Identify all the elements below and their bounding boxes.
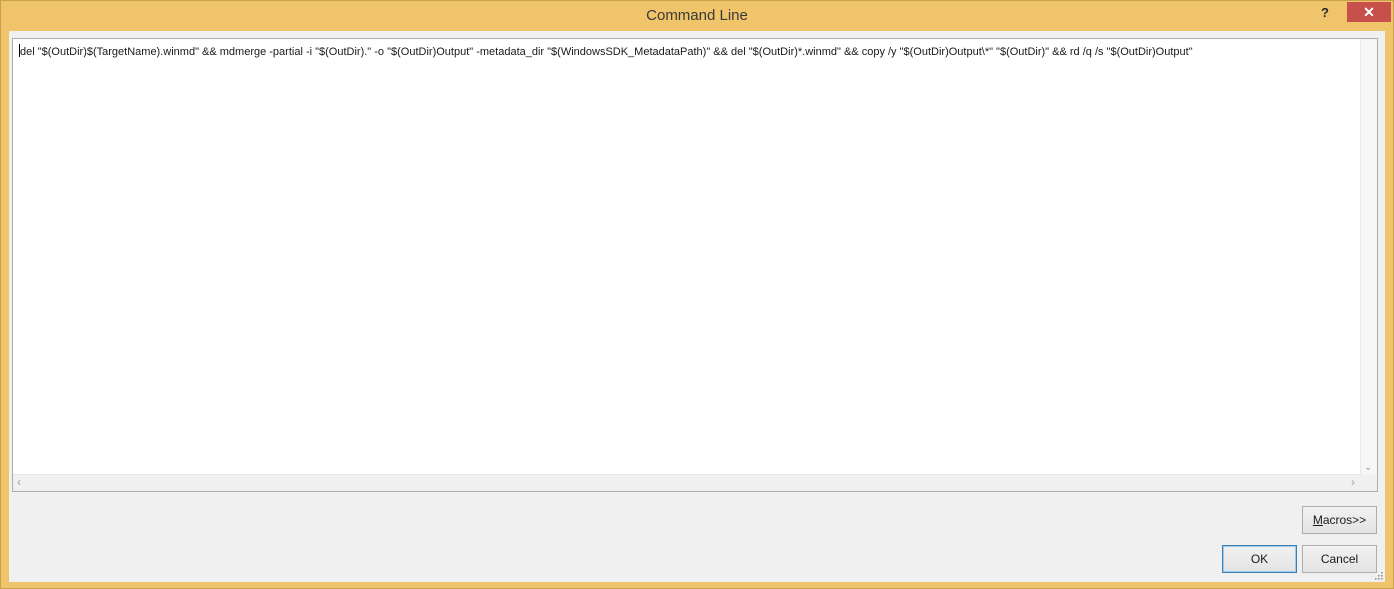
window-title: Command Line <box>646 7 748 24</box>
vertical-scrollbar[interactable]: ⌄ <box>1360 39 1377 475</box>
dialog-client-area: del "$(OutDir)$(TargetName).winmd" && md… <box>9 31 1385 582</box>
macros-button[interactable]: Macros>> <box>1302 506 1377 534</box>
ok-button[interactable]: OK <box>1222 545 1297 573</box>
command-line-dialog: Command Line ? ✕ del "$(OutDir)$(TargetN… <box>0 0 1394 589</box>
command-line-text[interactable]: del "$(OutDir)$(TargetName).winmd" && md… <box>19 44 1193 59</box>
scroll-left-icon[interactable]: ‹ <box>17 475 21 489</box>
help-icon[interactable]: ? <box>1315 4 1335 22</box>
command-line-editor[interactable]: del "$(OutDir)$(TargetName).winmd" && md… <box>12 38 1378 492</box>
scrollbar-corner <box>1361 475 1377 491</box>
close-icon[interactable]: ✕ <box>1347 2 1391 22</box>
resize-grip-icon[interactable] <box>1373 570 1383 580</box>
scroll-down-icon[interactable]: ⌄ <box>1364 462 1372 473</box>
command-text-value: del "$(OutDir)$(TargetName).winmd" && md… <box>20 46 1193 58</box>
title-bar[interactable]: Command Line ? ✕ <box>1 1 1393 31</box>
scroll-right-icon[interactable]: › <box>1351 475 1355 489</box>
cancel-button[interactable]: Cancel <box>1302 545 1377 573</box>
horizontal-scrollbar[interactable]: ‹ › <box>13 474 1361 491</box>
